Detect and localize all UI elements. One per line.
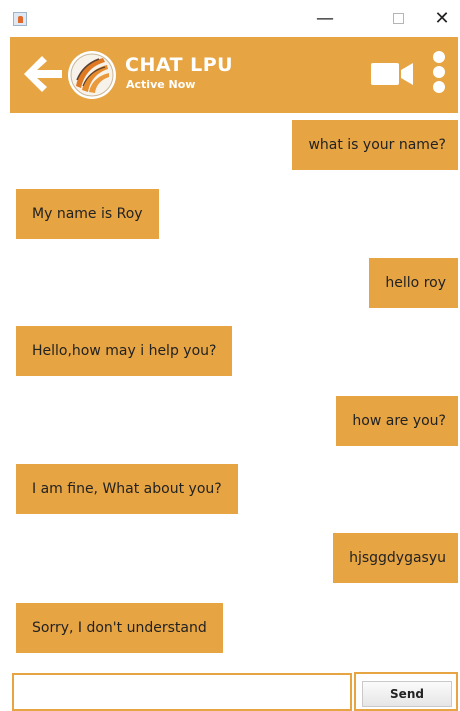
chat-window: — ✕ CHAT LPU Active Now what is your nam…: [0, 0, 460, 711]
message-bubble-sent: hello roy: [369, 258, 458, 308]
message-bubble-received: My name is Roy: [16, 189, 159, 239]
more-options-icon[interactable]: [432, 51, 446, 93]
message-bubble-received: I am fine, What about you?: [16, 464, 238, 514]
status-text: Active Now: [126, 78, 196, 91]
chat-header: CHAT LPU Active Now: [10, 37, 458, 113]
message-bubble-sent: hjsggdygasyu: [333, 533, 458, 583]
java-app-icon: [13, 12, 27, 26]
close-icon: ✕: [434, 8, 450, 29]
video-call-icon[interactable]: [370, 62, 414, 86]
message-input[interactable]: [12, 673, 352, 711]
message-bubble-received: Sorry, I don't understand: [16, 603, 223, 653]
send-button-label: Send: [362, 681, 452, 707]
minimize-button[interactable]: —: [305, 0, 345, 37]
message-bubble-received: Hello,how may i help you?: [16, 326, 233, 376]
back-arrow-icon[interactable]: [18, 51, 66, 97]
maximize-icon: [392, 13, 404, 24]
message-bubble-sent: how are you?: [336, 396, 458, 446]
close-button[interactable]: ✕: [422, 0, 460, 37]
lpu-logo: [68, 51, 116, 99]
minimize-icon: —: [316, 8, 334, 29]
send-button[interactable]: Send: [354, 672, 458, 711]
message-bubble-sent: what is your name?: [292, 120, 458, 170]
maximize-button[interactable]: [378, 0, 418, 37]
chat-title: CHAT LPU: [125, 54, 234, 76]
title-bar: — ✕: [0, 0, 460, 37]
